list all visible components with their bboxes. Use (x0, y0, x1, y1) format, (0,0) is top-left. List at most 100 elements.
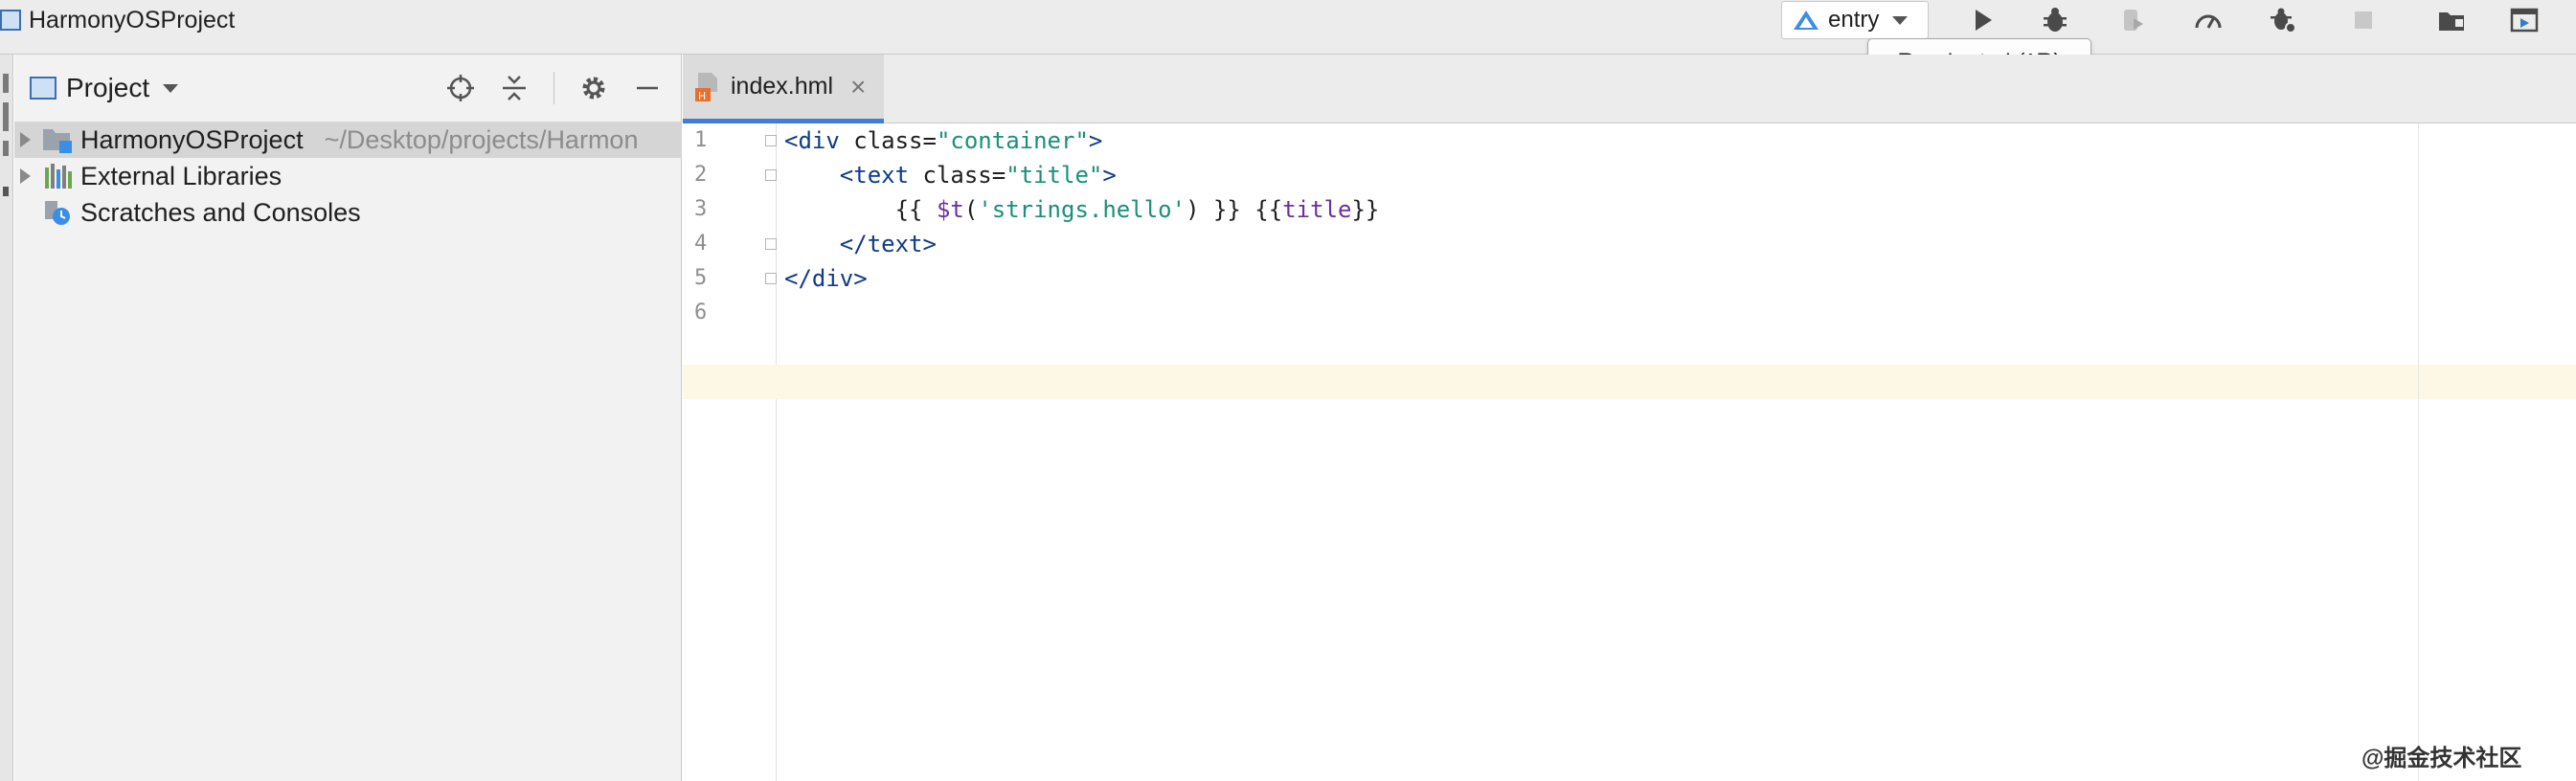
device-manager-button[interactable] (2505, 4, 2543, 36)
hml-file-icon: H (695, 72, 717, 102)
device-manager-icon (2510, 8, 2539, 33)
tree-item-harmonyosproject[interactable]: HarmonyOSProject ~/Desktop/projects/Harm… (14, 122, 682, 158)
gear-icon (582, 77, 605, 100)
tree-item-label: External Libraries (80, 161, 282, 190)
fold-marker-icon[interactable] (765, 135, 777, 146)
fold-marker-icon[interactable] (765, 169, 777, 181)
project-panel-header: Project (14, 55, 681, 122)
line-number: 5 (694, 266, 708, 290)
debug-settings-button[interactable] (2264, 4, 2302, 36)
harmony-module-icon (1794, 11, 1819, 30)
stop-icon (2355, 11, 2372, 29)
minimize-icon (637, 86, 658, 90)
code-token: ) }} {{ (1186, 196, 1283, 223)
tree-item-label: Scratches and Consoles (80, 197, 361, 227)
chevron-down-icon[interactable] (163, 83, 179, 93)
code-token: = (922, 127, 937, 154)
svg-text:H: H (698, 90, 706, 102)
hide-panel-button[interactable] (633, 74, 662, 102)
code-token: <text (784, 162, 923, 189)
fold-marker-icon[interactable] (765, 273, 777, 284)
editor-area: H index.hml × 1 2 3 4 5 6 <div class="co… (683, 55, 2576, 781)
project-panel: Project HarmonyOSProject ~/Desktop/proje… (14, 55, 682, 781)
stop-button[interactable] (2344, 4, 2383, 36)
run-configuration-selector[interactable]: entry (1781, 1, 1929, 39)
code-token: {{ (784, 196, 937, 223)
code-line[interactable]: </text> (784, 227, 937, 261)
attach-debugger-button[interactable] (2113, 4, 2151, 36)
debug-icon (2044, 8, 2067, 32)
collapse-all-icon (503, 76, 526, 100)
expand-arrow-icon[interactable] (20, 168, 31, 184)
locate-file-button[interactable] (446, 74, 475, 102)
code-token: = (991, 162, 1006, 189)
profile-icon (2195, 14, 2222, 29)
libraries-icon (45, 164, 72, 189)
code-token: <div (784, 127, 854, 154)
code-line[interactable]: </div> (784, 261, 868, 296)
panel-settings-button[interactable] (579, 74, 608, 102)
tree-item-scratches-and-consoles[interactable]: Scratches and Consoles (14, 194, 682, 231)
crosshair-icon (447, 75, 474, 101)
line-number: 6 (694, 301, 708, 324)
code-token: "title" (1006, 162, 1103, 189)
attach-debugger-icon (2124, 10, 2143, 31)
code-token: ( (963, 196, 979, 223)
debug-settings-icon (2271, 8, 2296, 33)
code-editor[interactable]: <div class="container"> <text class="tit… (777, 123, 2576, 781)
code-line[interactable]: {{ $t('strings.hello') }} {{title}} (784, 192, 1380, 227)
window-title-text: HarmonyOSProject (29, 6, 236, 33)
code-token: > (1088, 127, 1103, 154)
code-token: class (922, 162, 992, 189)
code-token: 'strings.hello' (978, 196, 1186, 223)
expand-arrow-icon[interactable] (20, 132, 31, 147)
window-title: HarmonyOSProject (0, 0, 235, 40)
tree-item-label: HarmonyOSProject (80, 124, 304, 154)
watermark: @掘金技术社区 (2361, 746, 2522, 771)
project-panel-tools (446, 55, 662, 122)
project-view-selector[interactable]: Project (66, 73, 149, 103)
profile-button[interactable] (2189, 4, 2227, 36)
project-path: ~/Desktop/projects/Harmon (324, 124, 639, 154)
line-number: 1 (694, 128, 708, 152)
current-line-gutter-highlight (683, 365, 777, 399)
run-configuration-label: entry (1828, 7, 1880, 33)
code-token: </text> (784, 231, 937, 257)
right-margin-guide (2418, 123, 2419, 781)
line-number: 3 (694, 197, 708, 221)
run-button[interactable] (1963, 4, 2001, 36)
project-view-icon (30, 77, 56, 100)
fold-marker-icon[interactable] (765, 238, 777, 250)
code-line[interactable]: <text class="title"> (784, 158, 1117, 192)
line-number-gutter: 1 2 3 4 5 6 (683, 123, 777, 781)
project-structure-button[interactable] (2432, 4, 2471, 36)
project-structure-icon (2439, 12, 2464, 31)
current-line-highlight (777, 365, 2576, 399)
collapse-all-button[interactable] (500, 74, 529, 102)
title-toolbar: HarmonyOSProject entry (0, 0, 2576, 55)
code-token: $t (936, 196, 964, 223)
code-token: class (853, 127, 923, 154)
close-icon[interactable]: × (850, 72, 866, 102)
code-token: </div> (784, 265, 868, 292)
project-window-icon (0, 10, 21, 31)
scratches-icon (45, 201, 70, 225)
debug-button[interactable] (2036, 4, 2074, 36)
project-folder-icon (43, 129, 72, 153)
tree-item-external-libraries[interactable]: External Libraries (14, 158, 682, 194)
chevron-down-icon (1892, 15, 1909, 25)
code-token: title (1282, 196, 1352, 223)
project-tool-window-tab[interactable] (1, 64, 11, 198)
run-icon (1976, 10, 1992, 31)
code-token: "container" (936, 127, 1089, 154)
code-token: > (1102, 162, 1117, 189)
tab-index-hml[interactable]: H index.hml × (683, 55, 884, 123)
code-line[interactable]: <div class="container"> (784, 123, 1102, 158)
line-number: 2 (694, 163, 708, 187)
project-tree: HarmonyOSProject ~/Desktop/projects/Harm… (14, 122, 682, 231)
code-token: }} (1351, 196, 1380, 223)
editor-tab-bar: H index.hml × (683, 55, 2576, 123)
tab-label: index.hml (731, 73, 833, 100)
line-number: 4 (694, 232, 708, 256)
tool-window-stripe (0, 55, 13, 781)
